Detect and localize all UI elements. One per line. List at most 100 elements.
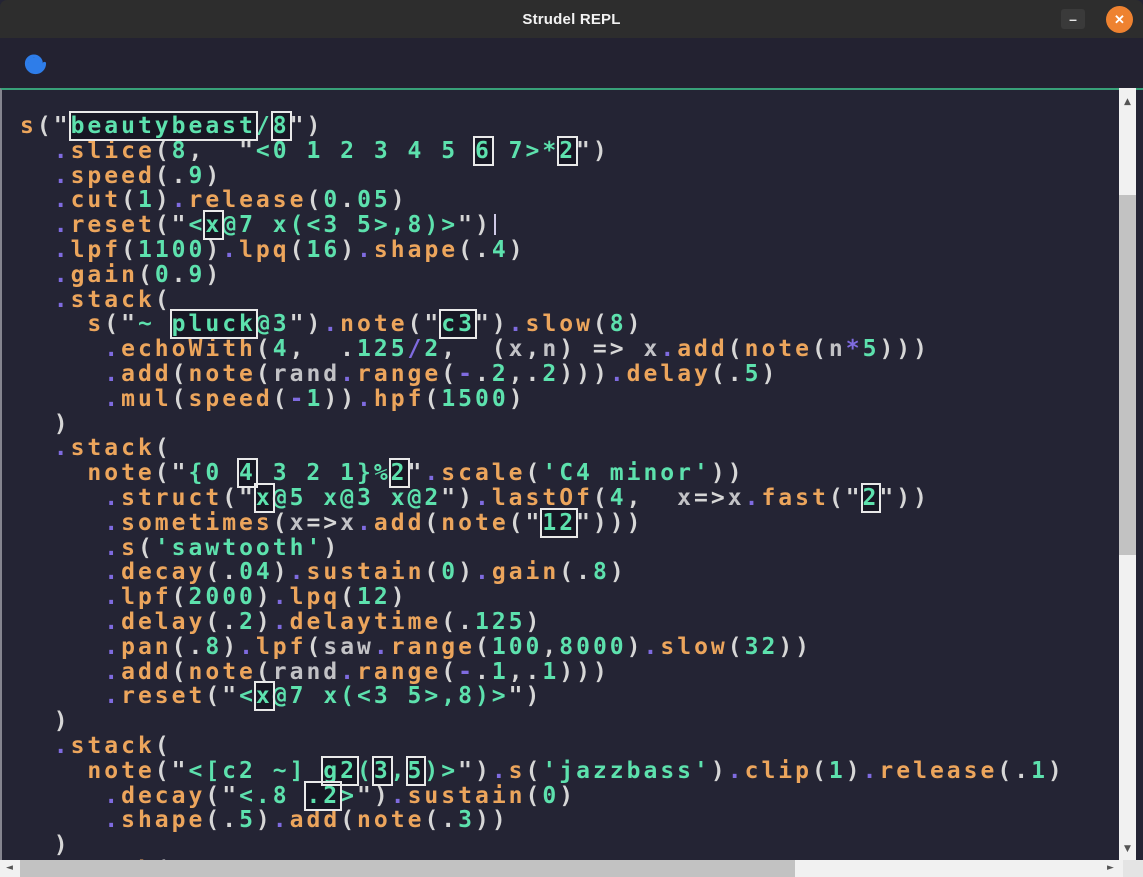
code-line[interactable]: .slice(8, "<0 1 2 3 4 5 6 7>*2") [20,139,1065,164]
code-token: ") [441,485,475,511]
code-line[interactable]: .lpf(2000).lpq(12) [20,585,1065,610]
code-line[interactable]: .cut(1).release(0.05) [20,188,1065,213]
code-token: * [846,336,863,362]
code-line[interactable]: .delay(.2).delaytime(.125) [20,610,1065,635]
code-token: stack [71,435,155,461]
vertical-scrollbar-thumb[interactable] [1119,195,1136,555]
code-token: scale [441,460,525,486]
code-token: ) [20,832,71,858]
code-token: pan [121,634,172,660]
titlebar: Strudel REPL – ✕ [0,0,1143,38]
horizontal-scrollbar-thumb[interactable] [20,860,795,877]
code-token: x [290,510,307,536]
code-line[interactable]: ) [20,833,1065,858]
code-line[interactable]: .decay("<.8 .2>").sustain(0) [20,784,1065,809]
code-token: ) [627,311,644,337]
code-token: (" [155,460,189,486]
code-line[interactable]: .reset("<x@7 x(<3 5>,8)>") [20,684,1065,709]
scroll-up-arrow-icon[interactable]: ▲ [1119,94,1136,111]
code-token: . [475,559,492,585]
code-token: . [391,783,408,809]
code-token: ") [290,311,324,337]
code-token: ( [306,634,323,660]
code-line[interactable]: .reset("<x@7 x(<3 5>,8)>") [20,213,1065,238]
code-token: ( [155,733,172,759]
code-token: rand [273,659,340,685]
code-line[interactable]: .pan(.8).lpf(saw.range(100,8000).slow(32… [20,635,1065,660]
code-token: ) [559,783,576,809]
horizontal-scrollbar[interactable]: ◄ ► [0,860,1143,877]
code-line[interactable]: .speed(.9) [20,164,1065,189]
code-token: ) [1048,758,1065,784]
code-token: . [863,758,880,784]
code-token: 8 [172,138,189,164]
code-token: decay [121,783,205,809]
code-token: ( [441,361,458,387]
code-line[interactable]: .shape(.5).add(note(.3)) [20,808,1065,833]
code-line[interactable]: .mul(speed(-1)).hpf(1500) [20,387,1065,412]
code-token: ) [273,559,290,585]
code-line[interactable]: .echoWith(4, .125/2, (x,n) => x.add(note… [20,337,1065,362]
code-line[interactable]: .add(note(rand.range(-.1,.1))) [20,660,1065,685]
code-line[interactable]: note("<[c2 ~] g2(3,5)>").s('jazzbass').c… [20,759,1065,784]
code-token: <[c2 ~] [188,758,323,784]
code-token: ") [458,212,492,238]
code-token: (. [441,609,475,635]
code-line[interactable]: s("beautybeast/8") [20,114,1065,139]
code-line[interactable]: .stack( [20,734,1065,759]
code-line[interactable]: .stack( [20,436,1065,461]
code-line[interactable]: .s('sawtooth') [20,536,1065,561]
scroll-left-arrow-icon[interactable]: ◄ [1,860,18,877]
code-line[interactable]: ) [20,709,1065,734]
code-line[interactable]: .stack( [20,288,1065,313]
code-token: (" [509,510,543,536]
code-token: 1100 [138,237,205,263]
code-token: 7>* [492,138,559,164]
code-token: ( [256,336,273,362]
code-line[interactable]: ) [20,412,1065,437]
code-token: ) [155,187,172,213]
code-line[interactable]: s("~ pluck@3").note("c3").slow(8) [20,312,1065,337]
code-token: . [340,659,357,685]
code-token: . [104,336,121,362]
code-line[interactable]: .decay(.04).sustain(0).gain(.8) [20,560,1065,585]
vertical-scrollbar[interactable]: ▲ ▼ [1119,88,1136,860]
code-token: 1 [829,758,846,784]
code-token: - [458,659,475,685]
code-token: s [509,758,526,784]
code-token: @7 x(<3 5>,8)> [273,683,509,709]
scroll-right-arrow-icon[interactable]: ► [1102,860,1119,877]
code-token: 1500 [441,386,508,412]
close-button[interactable]: ✕ [1106,6,1133,33]
code-area[interactable]: s("beautybeast/8") .slice(8, "<0 1 2 3 4… [20,114,1065,860]
app-header [0,38,1143,88]
code-token: . [104,510,121,536]
code-token: <.8 [239,783,306,809]
code-token: (" [829,485,863,511]
code-token: {0 [188,460,239,486]
active-token-highlight: x [205,212,222,238]
code-line[interactable]: .gain(0.9) [20,263,1065,288]
code-line[interactable]: .struct("x@5 x@3 x@2").lastOf(4, x=>x.fa… [20,486,1065,511]
code-token: ( [812,336,829,362]
code-token: ) [205,163,222,189]
code-token: ) [509,386,526,412]
code-editor[interactable]: s("beautybeast/8") .slice(8, "<0 1 2 3 4… [0,88,1143,860]
code-line[interactable]: note("{0 4 3 2 1}%2".scale('C4 minor')) [20,461,1065,486]
code-line[interactable]: .lpf(1100).lpq(16).shape(.4) [20,238,1065,263]
code-token: x [643,336,660,362]
code-token: (" [104,311,138,337]
code-token: ) [509,237,526,263]
code-token: . [54,262,71,288]
code-token: 1 [1031,758,1048,784]
code-token [20,336,104,362]
scroll-down-arrow-icon[interactable]: ▼ [1119,841,1136,858]
code-token: . [104,361,121,387]
code-token: . [104,659,121,685]
code-line[interactable]: .sometimes(x=>x.add(note("12"))) [20,511,1065,536]
minimize-button[interactable]: – [1061,9,1085,29]
code-token: . [239,634,256,660]
code-token: decay [121,559,205,585]
strudel-spiral-logo-icon[interactable] [20,48,50,78]
code-line[interactable]: .add(note(rand.range(-.2,.2))).delay(.5) [20,362,1065,387]
